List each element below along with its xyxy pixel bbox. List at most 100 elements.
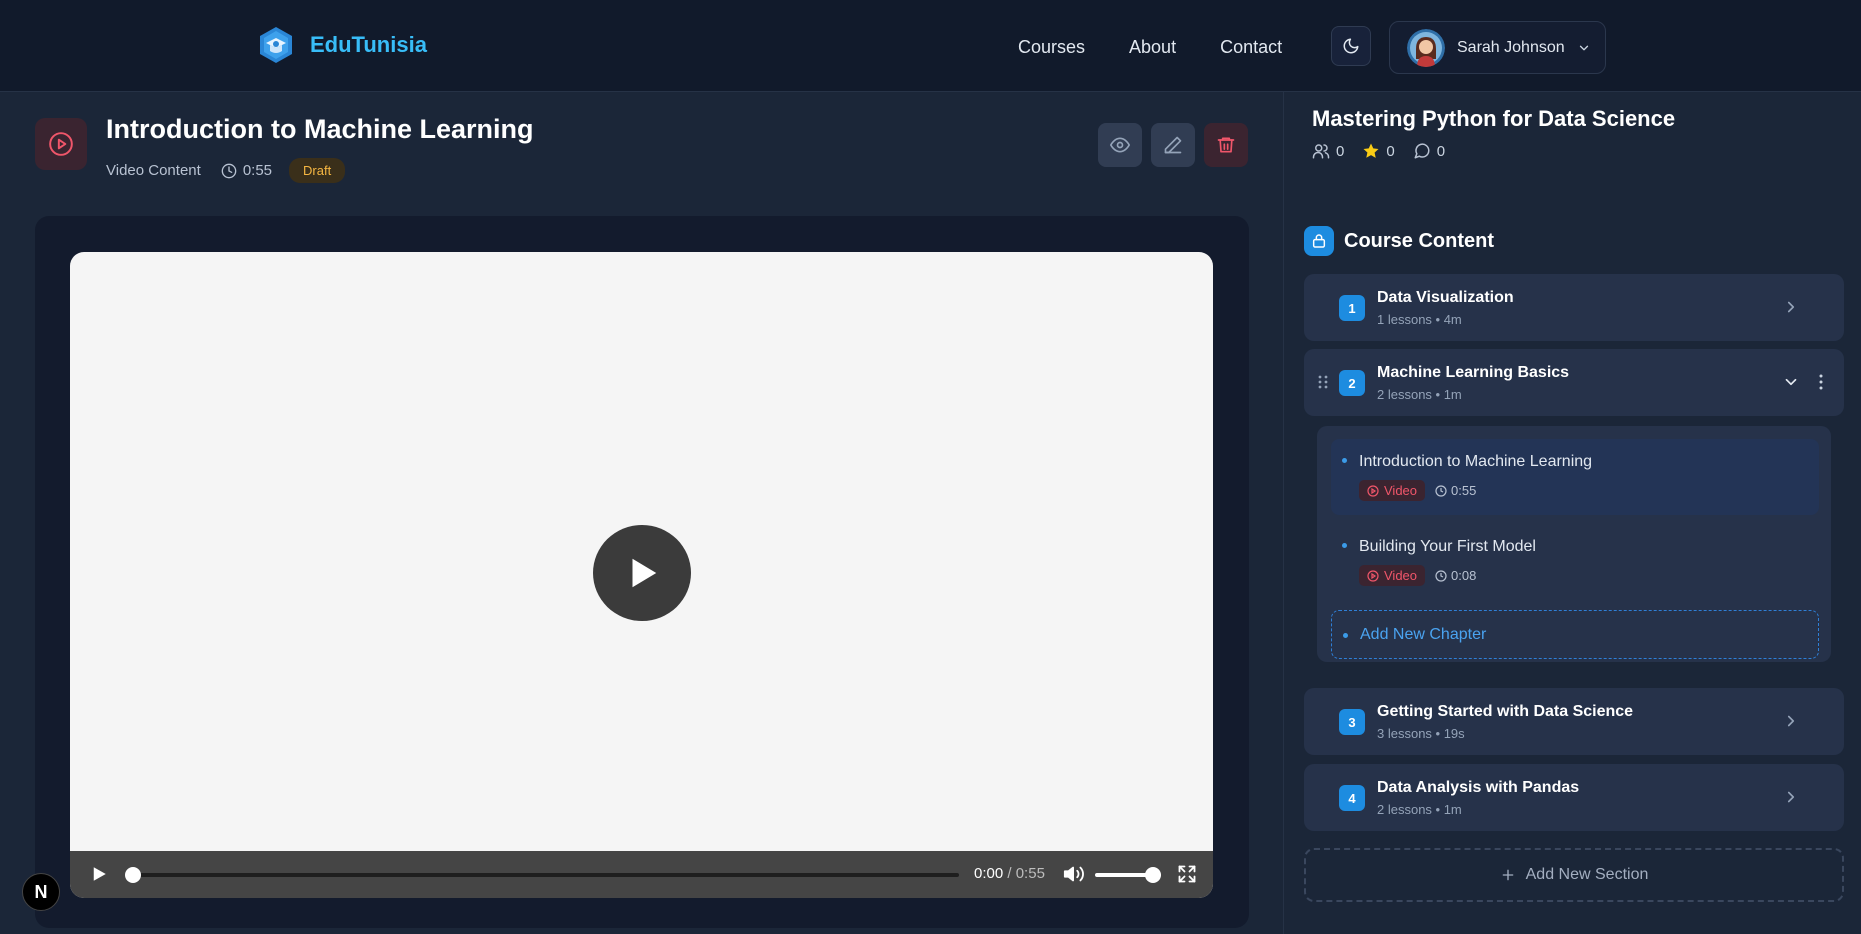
chevron-right-icon[interactable]	[1782, 712, 1800, 730]
user-name: Sarah Johnson	[1457, 38, 1565, 56]
pencil-icon	[1164, 136, 1182, 154]
video-badge: Video	[1359, 480, 1426, 501]
nav-link-contact[interactable]: Contact	[1220, 37, 1282, 58]
nav-link-about[interactable]: About	[1129, 37, 1176, 58]
chapter-duration: 0:55	[1435, 483, 1476, 498]
clock-icon	[221, 163, 237, 178]
add-chapter-label: Add New Chapter	[1360, 626, 1487, 643]
volume-icon[interactable]	[1063, 863, 1085, 885]
eye-icon	[1110, 137, 1130, 153]
add-section-button[interactable]: Add New Section	[1304, 848, 1844, 902]
rating-count: 0	[1386, 142, 1395, 160]
status-badge: Draft	[289, 158, 346, 183]
students-count: 0	[1336, 142, 1345, 160]
chapter-type: Video	[1384, 568, 1418, 583]
content-title: Course Content	[1344, 229, 1494, 252]
course-stats: 0 0 0	[1312, 142, 1445, 160]
play-icon	[632, 558, 657, 588]
theme-toggle-button[interactable]	[1331, 26, 1371, 66]
section-number: 4	[1339, 785, 1365, 811]
chapter-duration-text: 0:08	[1451, 568, 1477, 583]
graduation-cap-icon	[260, 27, 292, 63]
play-icon[interactable]	[90, 865, 108, 883]
lesson-duration: 0:55	[221, 162, 272, 179]
user-menu-button[interactable]: Sarah Johnson	[1389, 21, 1606, 74]
comments-stat: 0	[1413, 142, 1445, 160]
chevron-down-icon	[1579, 45, 1588, 50]
progress-thumb[interactable]	[125, 867, 141, 883]
current-time: 0:00	[974, 865, 1004, 882]
video-card: 0:00 / 0:55	[35, 216, 1249, 928]
avatar	[1407, 28, 1445, 67]
course-title: Mastering Python for Data Science	[1312, 106, 1676, 131]
chapter-title: Introduction to Machine Learning	[1359, 453, 1593, 470]
course-content-heading: Course Content	[1304, 226, 1494, 256]
time-display: 0:00 / 0:55	[974, 865, 1045, 882]
play-circle-icon	[49, 132, 73, 156]
volume-thumb[interactable]	[1145, 867, 1161, 883]
play-circle-icon	[1367, 569, 1379, 582]
chevron-right-icon[interactable]	[1782, 788, 1800, 806]
clock-icon	[1435, 569, 1447, 582]
big-play-button[interactable]	[593, 525, 691, 621]
trash-icon	[1217, 137, 1235, 153]
chevron-right-icon[interactable]	[1782, 298, 1800, 316]
course-sidebar: Mastering Python for Data Science 0 0 0 …	[1283, 92, 1861, 934]
lesson-duration-text: 0:55	[242, 162, 273, 179]
more-vertical-icon[interactable]	[1818, 374, 1824, 390]
section-meta: 1 lessons • 4m	[1377, 312, 1462, 327]
students-stat: 0	[1312, 142, 1344, 160]
section-number: 2	[1339, 370, 1365, 396]
section-item[interactable]: 1 Data Visualization 1 lessons • 4m	[1304, 274, 1844, 341]
drag-handle-icon[interactable]	[1318, 375, 1328, 389]
preview-button[interactable]	[1098, 123, 1142, 167]
player-controls: 0:00 / 0:55	[70, 851, 1213, 898]
chapter-type: Video	[1384, 483, 1418, 498]
volume-slider[interactable]	[1095, 867, 1161, 883]
bullet-dot	[1342, 543, 1347, 548]
chapter-duration-text: 0:55	[1451, 483, 1477, 498]
time-separator: /	[1007, 865, 1012, 882]
chapter-title: Building Your First Model	[1359, 538, 1536, 555]
clock-icon	[1435, 484, 1447, 497]
lesson-type-icon	[35, 118, 87, 170]
section-meta: 2 lessons • 1m	[1377, 802, 1462, 817]
section-number: 1	[1339, 295, 1365, 321]
video-badge: Video	[1359, 565, 1426, 586]
lesson-meta: Video Content 0:55 Draft	[106, 158, 346, 183]
chapter-duration: 0:08	[1435, 568, 1476, 583]
dev-tools-badge[interactable]: N	[22, 873, 60, 911]
nav-links: Courses About Contact	[1018, 37, 1282, 58]
chevron-down-icon[interactable]	[1782, 373, 1800, 391]
bullet-dot	[1342, 458, 1347, 463]
nav-link-courses[interactable]: Courses	[1018, 37, 1085, 58]
top-navbar: EduTunisia Courses About Contact Sarah J…	[0, 0, 1861, 92]
section-number: 3	[1339, 709, 1365, 735]
rating-stat: 0	[1362, 142, 1395, 160]
lesson-title: Introduction to Machine Learning	[106, 114, 534, 144]
section-item[interactable]: 4 Data Analysis with Pandas 2 lessons • …	[1304, 764, 1844, 831]
chapter-meta: Video 0:08	[1359, 565, 1476, 586]
users-icon	[1312, 144, 1330, 159]
brand[interactable]: EduTunisia	[257, 26, 427, 64]
section-title: Getting Started with Data Science	[1377, 703, 1634, 720]
add-chapter-button[interactable]: Add New Chapter	[1331, 610, 1819, 659]
chapter-meta: Video 0:55	[1359, 480, 1476, 501]
section-title: Machine Learning Basics	[1377, 364, 1570, 381]
chapter-list: Introduction to Machine Learning Video 0…	[1317, 426, 1831, 662]
comment-icon	[1414, 143, 1430, 159]
chapter-item-active[interactable]: Introduction to Machine Learning Video 0…	[1331, 439, 1819, 515]
section-meta: 2 lessons • 1m	[1377, 387, 1462, 402]
section-meta: 3 lessons • 19s	[1377, 726, 1465, 741]
progress-slider[interactable]	[125, 867, 959, 883]
section-item-expanded[interactable]: 2 Machine Learning Basics 2 lessons • 1m	[1304, 349, 1844, 416]
section-item[interactable]: 3 Getting Started with Data Science 3 le…	[1304, 688, 1844, 755]
chapter-item[interactable]: Building Your First Model Video 0:08	[1331, 524, 1819, 600]
delete-button[interactable]	[1204, 123, 1248, 167]
fullscreen-icon[interactable]	[1177, 864, 1197, 884]
edit-button[interactable]	[1151, 123, 1195, 167]
video-player[interactable]: 0:00 / 0:55	[70, 252, 1213, 898]
section-title: Data Analysis with Pandas	[1377, 779, 1580, 796]
lesson-header: Introduction to Machine Learning Video C…	[0, 92, 1283, 202]
plus-icon	[1502, 869, 1513, 881]
